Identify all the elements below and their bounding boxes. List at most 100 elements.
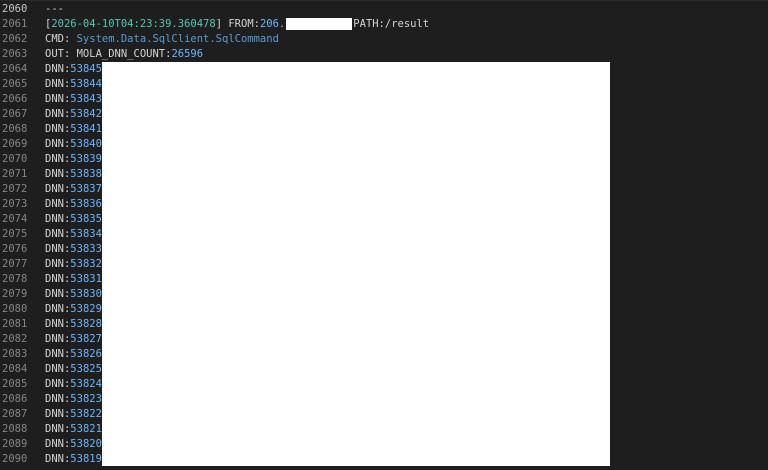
line-number: 2068 bbox=[2, 123, 28, 135]
line-content: DNN:53833 bbox=[32, 242, 102, 257]
code-line[interactable]: 2070 DNN:53839 bbox=[0, 152, 102, 167]
dnn-value: 53826 bbox=[70, 348, 102, 360]
line-number: 2079 bbox=[2, 288, 28, 300]
code-line[interactable]: 2068 DNN:53841 bbox=[0, 122, 102, 137]
line-number: 2067 bbox=[2, 108, 28, 120]
line-content: DNN:53845 bbox=[32, 62, 102, 77]
dnn-label: DNN: bbox=[45, 318, 71, 330]
dnn-label: DNN: bbox=[45, 228, 71, 240]
dnn-label: DNN: bbox=[45, 348, 71, 360]
dnn-value: 53838 bbox=[70, 168, 102, 180]
line-number: 2073 bbox=[2, 198, 28, 210]
cmd-label: CMD: bbox=[45, 33, 77, 45]
line-content: DNN:53831 bbox=[32, 272, 102, 287]
dnn-value: 53824 bbox=[70, 378, 102, 390]
code-line[interactable]: 2088 DNN:53821 bbox=[0, 422, 102, 437]
code-line[interactable]: 2090 DNN:53819 bbox=[0, 452, 102, 467]
dnn-label: DNN: bbox=[45, 93, 71, 105]
code-line[interactable]: 2069 DNN:53840 bbox=[0, 137, 102, 152]
from-label: FROM: bbox=[222, 18, 260, 30]
line-number: 2071 bbox=[2, 168, 28, 180]
dnn-label: DNN: bbox=[45, 258, 71, 270]
line-content: DNN:53823 bbox=[32, 392, 102, 407]
line-number: 2089 bbox=[2, 438, 28, 450]
code-line[interactable]: 2089 DNN:53820 bbox=[0, 437, 102, 452]
line-content: DNN:53841 bbox=[32, 122, 102, 137]
code-line[interactable]: 2086 DNN:53823 bbox=[0, 392, 102, 407]
code-line[interactable]: 2067 DNN:53842 bbox=[0, 107, 102, 122]
line-number: 2085 bbox=[2, 378, 28, 390]
separator-text: --- bbox=[45, 3, 64, 15]
dnn-label: DNN: bbox=[45, 438, 71, 450]
out-count: 26596 bbox=[171, 48, 204, 60]
line-number: 2088 bbox=[2, 423, 28, 435]
code-line[interactable]: 2074 DNN:53835 bbox=[0, 212, 102, 227]
code-line[interactable]: 2084 DNN:53825 bbox=[0, 362, 102, 377]
log-editor[interactable]: 2060 --- 2061 [2026-04-10T04:23:39.360478] … bbox=[0, 0, 768, 470]
code-line[interactable]: 2061 [2026-04-10T04:23:39.360478] FROM:20… bbox=[0, 17, 429, 32]
line-number: 2078 bbox=[2, 273, 28, 285]
dnn-value: 53829 bbox=[70, 303, 102, 315]
code-line[interactable]: 2063 OUT: MOLA_DNN_COUNT:26596 bbox=[0, 47, 203, 62]
code-line[interactable]: 2087 DNN:53822 bbox=[0, 407, 102, 422]
cmd-value: System.Data.SqlClient.SqlCommand bbox=[76, 33, 279, 45]
dnn-label: DNN: bbox=[45, 288, 71, 300]
line-number: 2072 bbox=[2, 183, 28, 195]
code-line[interactable]: 2073 DNN:53836 bbox=[0, 197, 102, 212]
dnn-value: 53837 bbox=[70, 183, 102, 195]
line-number: 2060 bbox=[2, 3, 28, 15]
dnn-label: DNN: bbox=[45, 333, 71, 345]
line-number: 2087 bbox=[2, 408, 28, 420]
line-content: DNN:53837 bbox=[32, 182, 102, 197]
line-content: DNN:53834 bbox=[32, 227, 102, 242]
code-line[interactable]: 2065 DNN:53844 bbox=[0, 77, 102, 92]
dnn-label: DNN: bbox=[45, 243, 71, 255]
line-content: DNN:53830 bbox=[32, 287, 102, 302]
dnn-label: DNN: bbox=[45, 423, 71, 435]
line-number: 2066 bbox=[2, 93, 28, 105]
dnn-label: DNN: bbox=[45, 183, 71, 195]
code-line[interactable]: 2062 CMD: System.Data.SqlClient.SqlComman… bbox=[0, 32, 279, 47]
code-line[interactable]: 2080 DNN:53829 bbox=[0, 302, 102, 317]
line-content: DNN:53822 bbox=[32, 407, 102, 422]
code-line[interactable]: 2081 DNN:53828 bbox=[0, 317, 102, 332]
line-content: DNN:53829 bbox=[32, 302, 102, 317]
dnn-value: 53830 bbox=[70, 288, 102, 300]
code-line[interactable]: 2072 DNN:53837 bbox=[0, 182, 102, 197]
dnn-value: 53828 bbox=[70, 318, 102, 330]
code-line[interactable]: 2078 DNN:53831 bbox=[0, 272, 102, 287]
code-line[interactable]: 2079 DNN:53830 bbox=[0, 287, 102, 302]
code-line[interactable]: 2075 DNN:53834 bbox=[0, 227, 102, 242]
line-content: DNN:53835 bbox=[32, 212, 102, 227]
redacted-ip bbox=[286, 18, 353, 30]
code-line[interactable]: 2077 DNN:53832 bbox=[0, 257, 102, 272]
line-content: CMD: System.Data.SqlClient.SqlCommand bbox=[32, 32, 279, 47]
code-line[interactable]: 2085 DNN:53824 bbox=[0, 377, 102, 392]
line-number: 2090 bbox=[2, 453, 28, 465]
dnn-value: 53842 bbox=[70, 108, 102, 120]
line-content: [2026-04-10T04:23:39.360478] FROM:206. PA… bbox=[32, 17, 429, 32]
dnn-label: DNN: bbox=[45, 78, 71, 90]
code-line[interactable]: 2060 --- bbox=[0, 2, 64, 17]
line-number: 2076 bbox=[2, 243, 28, 255]
request-timestamp: 2026-04-10T04:23:39.360478 bbox=[51, 18, 216, 30]
dnn-value: 53836 bbox=[70, 198, 102, 210]
line-content: DNN:53839 bbox=[32, 152, 102, 167]
line-number: 2075 bbox=[2, 228, 28, 240]
dnn-label: DNN: bbox=[45, 153, 71, 165]
dnn-value: 53839 bbox=[70, 153, 102, 165]
line-number: 2086 bbox=[2, 393, 28, 405]
code-line[interactable]: 2082 DNN:53827 bbox=[0, 332, 102, 347]
code-line[interactable]: 2064 DNN:53845 bbox=[0, 62, 102, 77]
line-number: 2069 bbox=[2, 138, 28, 150]
out-label: OUT: MOLA_DNN_COUNT: bbox=[45, 48, 172, 60]
line-number: 2065 bbox=[2, 78, 28, 90]
code-line[interactable]: 2071 DNN:53838 bbox=[0, 167, 102, 182]
dnn-value: 53822 bbox=[70, 408, 102, 420]
code-line[interactable]: 2083 DNN:53826 bbox=[0, 347, 102, 362]
line-content: DNN:53824 bbox=[32, 377, 102, 392]
dnn-label: DNN: bbox=[45, 108, 71, 120]
line-content: DNN:53836 bbox=[32, 197, 102, 212]
code-line[interactable]: 2076 DNN:53833 bbox=[0, 242, 102, 257]
code-line[interactable]: 2066 DNN:53843 bbox=[0, 92, 102, 107]
